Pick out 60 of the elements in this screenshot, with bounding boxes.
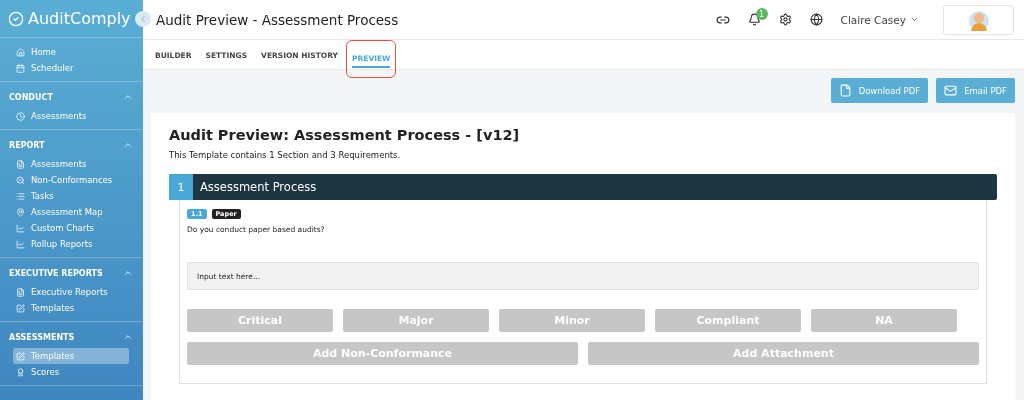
sidebar-item[interactable]: Scores: [13, 364, 129, 380]
settings-icon[interactable]: [778, 13, 792, 26]
rating-button[interactable]: Critical: [187, 309, 333, 332]
sidebar-item[interactable]: Templates: [13, 348, 129, 364]
chevron-up-icon[interactable]: [123, 332, 133, 342]
sidebar-item[interactable]: Custom Charts: [13, 220, 129, 236]
rating-button[interactable]: Minor: [499, 309, 645, 332]
sidebar-item[interactable]: Templates: [13, 300, 129, 316]
logo: AuditComply: [28, 9, 131, 28]
section-title: Assessment Process: [199, 179, 317, 196]
document-icon: [16, 159, 25, 169]
mail-icon: [944, 84, 958, 97]
sidebar-item[interactable]: Home: [13, 44, 129, 60]
user-name[interactable]: Claire Casey: [840, 13, 906, 26]
section-heading: ASSESSMENTS: [9, 332, 75, 342]
section-number: 1: [169, 174, 193, 200]
sidebar-item[interactable]: Assessments: [13, 156, 129, 172]
chevron-up-icon[interactable]: [123, 140, 133, 150]
sidebar-item[interactable]: Scheduler: [13, 60, 129, 76]
sidebar-item[interactable]: Assessments: [13, 108, 129, 124]
sidebar-item[interactable]: Executive Reports: [13, 284, 129, 300]
calendar-icon: [16, 63, 25, 73]
section-heading: EXECUTIVE REPORTS: [9, 268, 103, 278]
page-title: Audit Preview - Assessment Process: [156, 11, 400, 28]
section-heading: REPORT: [9, 140, 45, 150]
collapse-button[interactable]: [135, 11, 151, 27]
summary-text: This Template contains 1 Section and 3 Requirements.: [169, 150, 402, 160]
sidebar-item[interactable]: Tasks: [13, 188, 129, 204]
notification-badge: 1: [755, 8, 768, 20]
clock-icon: [16, 111, 25, 121]
rating-button[interactable]: NA: [811, 309, 957, 332]
sidebar-item[interactable]: Rollup Reports: [13, 236, 129, 252]
sidebar-item[interactable]: Non-Conformances: [13, 172, 129, 188]
list-icon: [16, 191, 25, 201]
rating-button[interactable]: Major: [343, 309, 489, 332]
action-button[interactable]: Email PDF: [936, 78, 1015, 103]
chevron-down-icon[interactable]: [910, 15, 919, 24]
preview-title: Audit Preview: Assessment Process - [v12]: [169, 127, 521, 143]
award-icon: [16, 367, 25, 377]
rating-button[interactable]: Compliant: [655, 309, 801, 332]
document-icon: [16, 287, 25, 297]
add-button[interactable]: Add Non-Conformance: [187, 342, 578, 365]
edit-icon: [16, 351, 25, 361]
globe-icon[interactable]: [809, 13, 823, 26]
chevron-left-icon: [138, 14, 148, 24]
bell-icon[interactable]: [747, 13, 761, 26]
search-icon: [16, 175, 25, 185]
map-pin-icon: [16, 207, 25, 217]
action-button[interactable]: Download PDF: [830, 78, 929, 103]
sidebar-item[interactable]: Assessment Map: [13, 204, 129, 220]
chart-icon: [16, 239, 25, 249]
section-heading: CONDUCT: [9, 92, 53, 102]
file-icon: [838, 84, 852, 97]
add-button[interactable]: Add Attachment: [588, 342, 979, 365]
chart-icon: [16, 223, 25, 233]
home-icon: [16, 47, 25, 57]
logo-icon: [8, 10, 24, 27]
edit-icon: [16, 303, 25, 313]
chevron-up-icon[interactable]: [123, 268, 133, 278]
chevron-up-icon[interactable]: [123, 92, 133, 102]
